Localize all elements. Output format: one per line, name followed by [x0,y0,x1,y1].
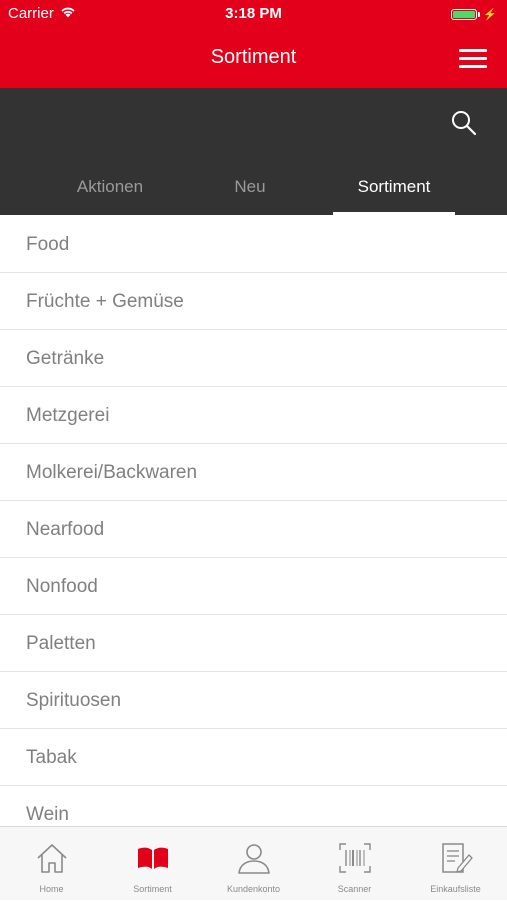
bottom-tab-bar: Home Sortiment Kundenkonto Scanner Einka… [0,826,507,900]
tabbar-label: Kundenkonto [226,884,281,894]
list-item[interactable]: Tabak [0,729,507,786]
tabbar-label: Sortiment [133,884,172,894]
tabbar-label: Home [39,884,64,894]
tabbar-item-home[interactable]: Home [1,827,102,901]
tab-sortiment[interactable]: Sortiment [333,177,455,197]
list-item[interactable]: Nonfood [0,558,507,615]
notepad-icon [439,841,473,875]
list-item[interactable]: Spirituosen [0,672,507,729]
tab-neu[interactable]: Neu [215,177,285,197]
list-item[interactable]: Molkerei/Backwaren [0,444,507,501]
tabbar-item-einkaufsliste[interactable]: Einkaufsliste [405,827,506,901]
tabbar-label: Einkaufsliste [430,884,481,894]
list-item[interactable]: Food [0,216,507,273]
status-time: 3:18 PM [225,5,282,22]
list-item[interactable]: Nearfood [0,501,507,558]
barcode-icon [338,841,372,875]
list-item[interactable]: Wein [0,786,507,828]
app-header: Carrier 3:18 PM ⚡ Sortiment [0,0,507,88]
list-item[interactable]: Paletten [0,615,507,672]
status-bar: Carrier 3:18 PM ⚡ [0,0,507,28]
user-icon [237,841,271,875]
charging-bolt-icon: ⚡ [483,9,497,21]
home-icon [35,841,69,875]
search-icon[interactable] [451,110,477,136]
tabbar-item-kundenkonto[interactable]: Kundenkonto [203,827,304,901]
tabbar-item-sortiment[interactable]: Sortiment [102,827,203,901]
battery-icon: ⚡ [451,8,497,21]
list-item[interactable]: Früchte + Gemüse [0,273,507,330]
active-tab-indicator [333,212,455,215]
page-title: Sortiment [210,46,297,68]
list-item[interactable]: Getränke [0,330,507,387]
book-icon [136,841,170,875]
list-item[interactable]: Metzgerei [0,387,507,444]
tabbar-item-scanner[interactable]: Scanner [304,827,405,901]
tabbar-label: Scanner [337,884,372,894]
hamburger-icon[interactable] [459,49,487,69]
category-list: Food Früchte + Gemüse Getränke Metzgerei… [0,216,507,828]
tab-aktionen[interactable]: Aktionen [55,177,165,197]
tab-header-bar: Aktionen Neu Sortiment [0,88,507,215]
segment-tabs: Aktionen Neu Sortiment [0,169,507,215]
